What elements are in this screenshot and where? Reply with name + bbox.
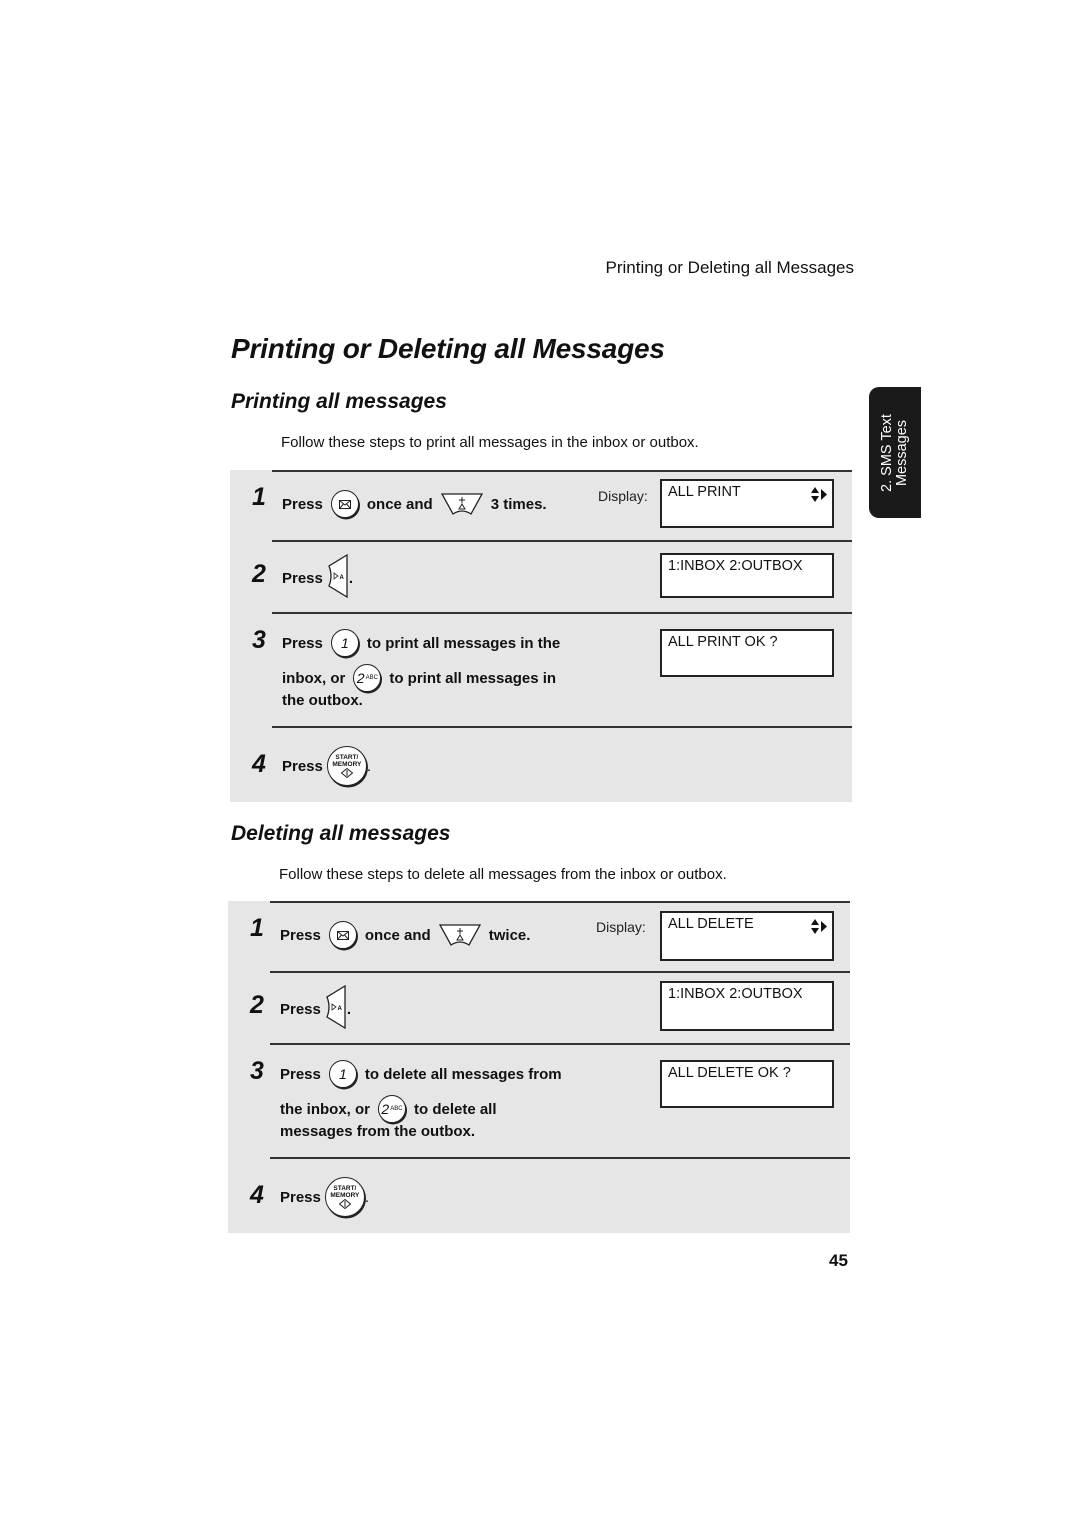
start-memory-key-icon: START/MEMORY xyxy=(326,746,367,786)
start-memory-key-icon: START/MEMORY xyxy=(324,1177,365,1217)
step-number: 1 xyxy=(250,914,264,942)
page-number: 45 xyxy=(829,1251,848,1270)
step-text: Press xyxy=(280,926,321,944)
lcd-display: 1:INBOX 2:OUTBOX xyxy=(660,553,834,598)
up-arrow-key-icon xyxy=(438,919,481,951)
print-step-3: 3 Press 1 to print all messages in the i… xyxy=(230,612,852,726)
step-text: Press xyxy=(280,1000,321,1018)
lcd-display: ALL PRINT xyxy=(660,479,834,528)
step-text: once and xyxy=(364,926,431,944)
lcd-text: ALL PRINT xyxy=(668,484,741,500)
step-text: Press xyxy=(282,569,323,587)
scroll-arrows-icon xyxy=(809,485,829,509)
delete-step-4: 4 Press START/MEMORY . xyxy=(228,1157,850,1233)
display-label: Display: xyxy=(596,919,646,935)
step-number: 3 xyxy=(250,1057,264,1085)
lcd-display: ALL DELETE xyxy=(660,911,834,961)
deleting-steps-panel: 1 Press once and twice. Display: ALL DEL… xyxy=(228,901,850,1233)
delete-step-1: 1 Press once and twice. Display: ALL DEL… xyxy=(228,901,850,971)
delete-step-3: 3 Press 1 to delete all messages from th… xyxy=(228,1043,850,1157)
step-text: Press xyxy=(280,1065,321,1083)
lcd-display: ALL DELETE OK ? xyxy=(660,1060,834,1108)
page-title: Printing or Deleting all Messages xyxy=(231,333,665,364)
svg-text:A: A xyxy=(339,575,344,581)
step-number: 4 xyxy=(252,750,266,778)
delete-step-2: 2 Press A . 1:INBOX 2:OUTBOX xyxy=(228,971,850,1043)
mail-key-icon xyxy=(330,490,359,518)
print-step-1: 1 Press once and 3 times. Display: ALL P… xyxy=(230,470,852,540)
step-text: Press xyxy=(282,495,323,513)
mail-key-icon xyxy=(328,921,357,949)
step-text: the inbox, or xyxy=(280,1100,370,1118)
lcd-text: 1:INBOX 2:OUTBOX xyxy=(668,986,803,1002)
step-text: . xyxy=(348,569,354,587)
step-number: 2 xyxy=(252,560,266,588)
right-arrow-key-icon: A xyxy=(327,553,349,602)
step-text: Press xyxy=(280,1188,321,1206)
step-number: 4 xyxy=(250,1181,264,1209)
chapter-tab-line1: 2. SMS Text xyxy=(879,413,895,492)
step-text: once and xyxy=(366,495,433,513)
step-number: 3 xyxy=(252,626,266,654)
chapter-tab-line2: Messages xyxy=(894,419,910,486)
lcd-display: ALL PRINT OK ? xyxy=(660,629,834,677)
step-text: messages from the outbox. xyxy=(280,1123,476,1140)
section-title-printing: Printing all messages xyxy=(231,390,447,413)
step-text: twice. xyxy=(488,926,531,944)
step-number: 2 xyxy=(250,991,264,1019)
key-1-icon: 1 xyxy=(330,629,359,657)
lcd-text: ALL DELETE OK ? xyxy=(668,1065,791,1081)
scroll-arrows-icon xyxy=(809,917,829,941)
key-2-abc-icon: 2 ABC xyxy=(378,1095,406,1123)
printing-intro: Follow these steps to print all messages… xyxy=(281,434,699,451)
step-text: . xyxy=(346,1000,352,1018)
step-text: . xyxy=(366,757,372,775)
step-text: to delete all messages from xyxy=(364,1065,562,1083)
lcd-display: 1:INBOX 2:OUTBOX xyxy=(660,981,834,1031)
print-step-4: 4 Press START/MEMORY . xyxy=(230,726,852,802)
chapter-tab: 2. SMS Text Messages xyxy=(869,387,921,518)
step-text: inbox, or xyxy=(282,669,346,687)
right-arrow-key-icon: A xyxy=(325,984,347,1033)
step-number: 1 xyxy=(252,483,266,511)
printing-steps-panel: 1 Press once and 3 times. Display: ALL P… xyxy=(230,470,852,802)
step-text: Press xyxy=(282,634,323,652)
step-text: to delete all xyxy=(414,1100,497,1118)
up-arrow-key-icon xyxy=(440,488,483,520)
step-text: the outbox. xyxy=(282,692,363,709)
lcd-text: ALL DELETE xyxy=(668,916,754,932)
section-title-deleting: Deleting all messages xyxy=(231,822,451,845)
deleting-intro: Follow these steps to delete all message… xyxy=(279,866,727,883)
lcd-text: 1:INBOX 2:OUTBOX xyxy=(668,558,803,574)
step-text: Press xyxy=(282,757,323,775)
step-text: to print all messages in xyxy=(389,669,557,687)
running-head: Printing or Deleting all Messages xyxy=(605,258,854,277)
key-2-abc-icon: 2 ABC xyxy=(353,664,382,692)
step-text: 3 times. xyxy=(490,495,547,513)
step-text: . xyxy=(364,1188,370,1206)
display-label: Display: xyxy=(598,488,648,504)
lcd-text: ALL PRINT OK ? xyxy=(668,634,778,650)
print-step-2: 2 Press A . 1:INBOX 2:OUTBOX xyxy=(230,540,852,612)
key-1-icon: 1 xyxy=(328,1060,357,1088)
svg-text:A: A xyxy=(337,1006,342,1012)
step-text: to print all messages in the xyxy=(366,634,561,652)
